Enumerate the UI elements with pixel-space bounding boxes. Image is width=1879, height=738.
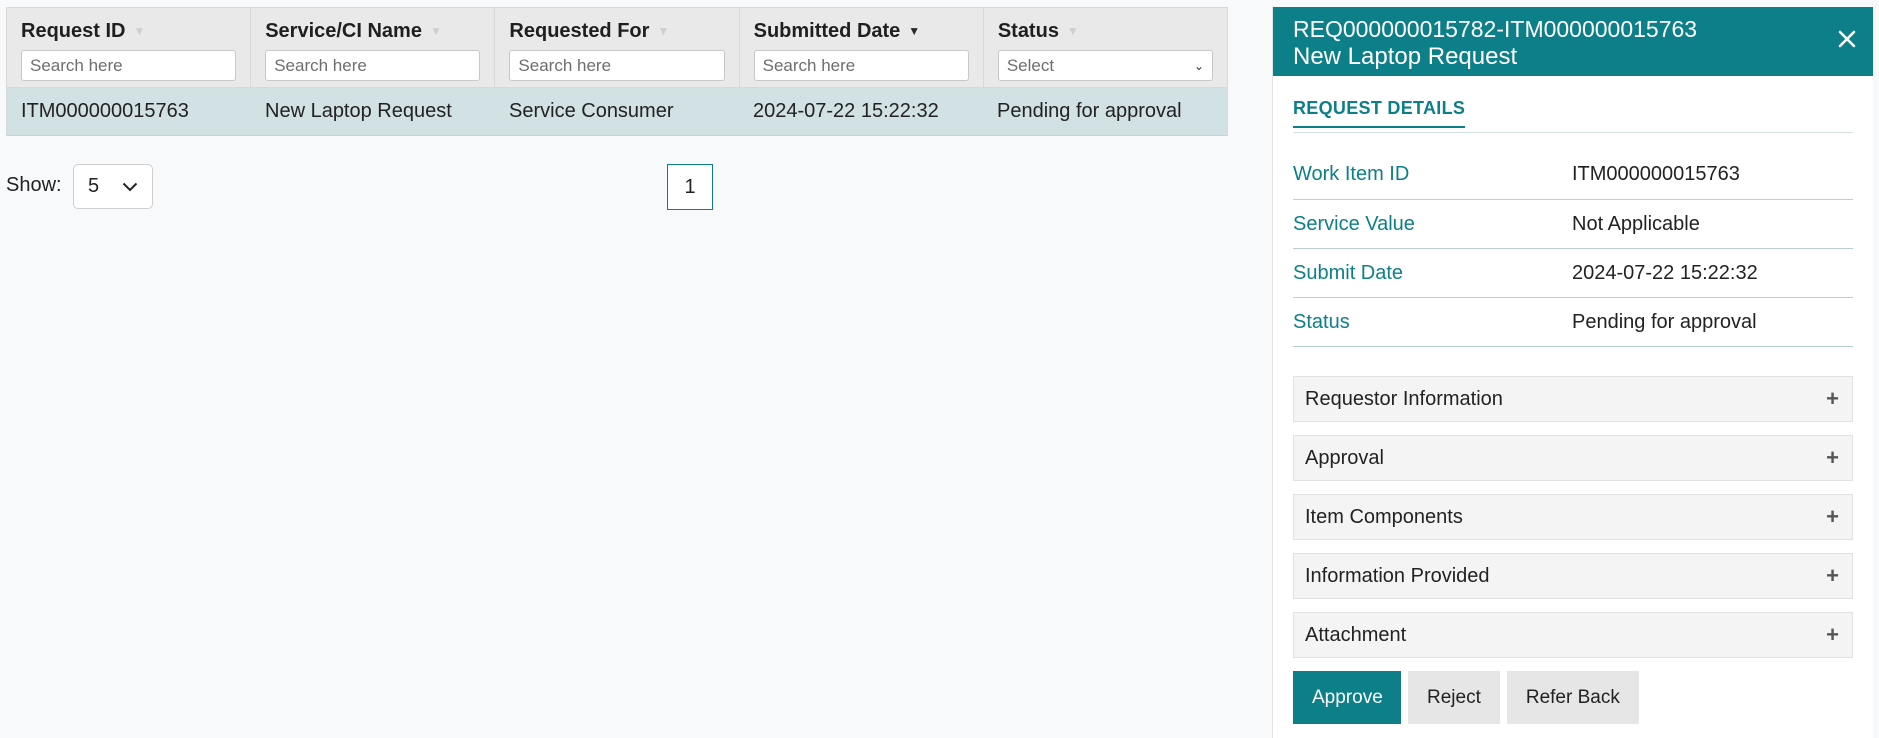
chevron-down-icon <box>122 182 138 191</box>
plus-icon: + <box>1826 622 1839 647</box>
close-icon[interactable] <box>1835 27 1859 51</box>
panel-title: New Laptop Request <box>1293 43 1518 70</box>
panel-tabs: REQUEST DETAILS <box>1293 98 1853 133</box>
detail-label: Work Item ID <box>1293 163 1410 185</box>
detail-value: Not Applicable <box>1572 212 1700 235</box>
column-header-status[interactable]: Status ▼ <box>998 20 1213 42</box>
column-header-submitted-date[interactable]: Submitted Date ▼ <box>754 20 969 42</box>
cell-service-name: New Laptop Request <box>265 100 452 122</box>
chevron-down-icon: ⌄ <box>1193 58 1205 73</box>
refer-back-button[interactable]: Refer Back <box>1506 671 1639 724</box>
detail-value: Pending for approval <box>1572 310 1757 333</box>
detail-row: Status Pending for approval <box>1293 298 1853 347</box>
column-status: Status ▼ Select ⌄ <box>984 8 1227 87</box>
sort-caret-icon[interactable]: ▼ <box>908 24 920 38</box>
accordion-attachment[interactable]: Attachment + <box>1293 612 1853 658</box>
column-header-request-id[interactable]: Request ID ▼ <box>21 20 236 42</box>
page-1-button[interactable]: 1 <box>667 164 713 210</box>
detail-label: Service Value <box>1293 212 1415 235</box>
section-accordions: Requestor Information + Approval + Item … <box>1293 376 1853 658</box>
plus-icon: + <box>1826 563 1839 588</box>
action-buttons: Approve Reject Refer Back <box>1293 671 1853 724</box>
page-size-value: 5 <box>88 175 100 197</box>
request-id-filter-input[interactable] <box>21 50 237 81</box>
column-service-name: Service/CI Name ▼ <box>251 8 496 87</box>
accordion-approval[interactable]: Approval + <box>1293 435 1853 481</box>
cell-submitted-date: 2024-07-22 15:22:32 <box>753 100 939 122</box>
detail-label: Submit Date <box>1293 261 1404 284</box>
accordion-label: Information Provided <box>1305 564 1490 587</box>
accordion-label: Requestor Information <box>1305 387 1503 410</box>
column-title: Status <box>997 19 1059 42</box>
request-details-list: Work Item ID ITM000000015763 Service Val… <box>1293 150 1853 347</box>
column-requested-for: Requested For ▼ <box>495 8 740 87</box>
column-header-service-name[interactable]: Service/CI Name ▼ <box>265 20 480 42</box>
column-request-id: Request ID ▼ <box>7 8 252 87</box>
sort-caret-icon[interactable]: ▼ <box>657 24 669 38</box>
column-title: Request ID <box>21 19 126 42</box>
status-filter-select[interactable]: Select ⌄ <box>997 50 1214 81</box>
detail-value: 2024-07-22 15:22:32 <box>1572 261 1758 284</box>
accordion-label: Item Components <box>1305 505 1463 528</box>
detail-row: Service Value Not Applicable <box>1293 200 1853 249</box>
column-title: Service/CI Name <box>265 19 422 42</box>
cell-status: Pending for approval <box>997 100 1182 122</box>
page-size-select[interactable]: 5 <box>73 164 153 209</box>
requests-grid: Request ID ▼ Service/CI Name ▼ Requested… <box>6 7 1228 136</box>
submitted-date-filter-input[interactable] <box>753 50 969 81</box>
accordion-information-provided[interactable]: Information Provided + <box>1293 553 1853 599</box>
requested-for-filter-input[interactable] <box>509 50 725 81</box>
detail-row: Submit Date 2024-07-22 15:22:32 <box>1293 249 1853 298</box>
column-header-requested-for[interactable]: Requested For ▼ <box>509 20 724 42</box>
accordion-item-components[interactable]: Item Components + <box>1293 494 1853 540</box>
accordion-label: Attachment <box>1305 623 1407 646</box>
plus-icon: + <box>1826 445 1839 470</box>
tab-request-details[interactable]: REQUEST DETAILS <box>1293 98 1466 128</box>
accordion-label: Approval <box>1305 446 1384 469</box>
show-label: Show: <box>6 174 62 196</box>
panel-request-id: REQ000000015782-ITM000000015763 <box>1293 16 1698 42</box>
approve-button[interactable]: Approve <box>1293 671 1401 724</box>
sort-caret-icon[interactable]: ▼ <box>1067 24 1079 38</box>
detail-row: Work Item ID ITM000000015763 <box>1293 150 1853 200</box>
column-submitted-date: Submitted Date ▼ <box>740 8 984 87</box>
reject-button[interactable]: Reject <box>1408 671 1500 724</box>
table-row[interactable]: ITM000000015763 New Laptop Request Servi… <box>6 88 1228 136</box>
service-name-filter-input[interactable] <box>265 50 481 81</box>
plus-icon: + <box>1826 504 1839 529</box>
plus-icon: + <box>1826 386 1839 411</box>
request-detail-panel: REQ000000015782-ITM000000015763 New Lapt… <box>1272 7 1873 738</box>
panel-header: REQ000000015782-ITM000000015763 New Lapt… <box>1273 7 1873 76</box>
sort-caret-icon[interactable]: ▼ <box>430 24 442 38</box>
accordion-requestor-information[interactable]: Requestor Information + <box>1293 376 1853 422</box>
detail-value: ITM000000015763 <box>1572 163 1740 185</box>
column-title: Submitted Date <box>753 19 901 42</box>
cell-requested-for: Service Consumer <box>509 100 674 122</box>
grid-header: Request ID ▼ Service/CI Name ▼ Requested… <box>6 7 1228 88</box>
sort-caret-icon[interactable]: ▼ <box>133 24 145 38</box>
column-title: Requested For <box>509 19 650 42</box>
cell-request-id: ITM000000015763 <box>21 100 189 122</box>
detail-label: Status <box>1293 310 1350 333</box>
pager-bar: Show: 5 1 <box>6 164 1228 210</box>
status-filter-value: Select <box>1006 55 1055 75</box>
